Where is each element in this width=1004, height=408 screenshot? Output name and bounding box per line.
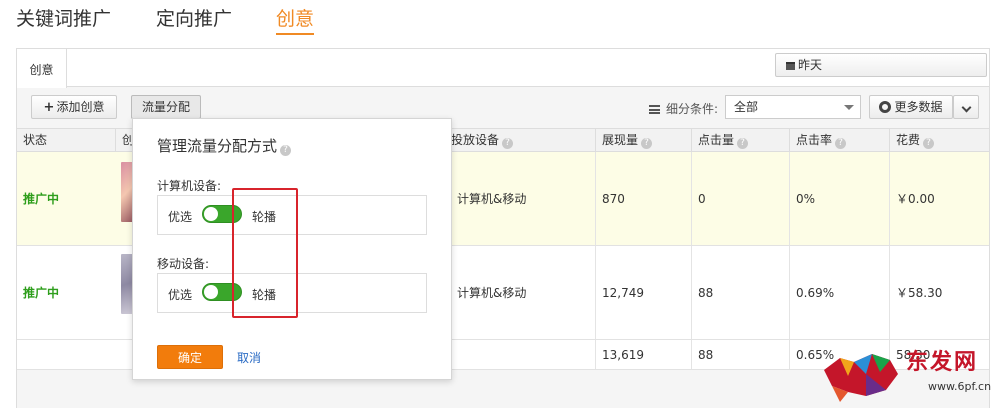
date-range-button[interactable]: 昨天 — [775, 53, 987, 77]
header-impressions[interactable]: 展现量? — [595, 129, 691, 152]
list-icon — [649, 105, 660, 114]
header-status[interactable]: 状态 — [17, 129, 115, 152]
prefer-label: 优选 — [168, 288, 193, 302]
add-creative-button[interactable]: + 添加创意 — [31, 95, 117, 119]
mobile-device-label: 移动设备: — [157, 257, 210, 271]
cost-cell: ￥0.00 — [889, 152, 989, 245]
header-ctr-label: 点击率 — [796, 133, 833, 147]
chevron-down-icon — [844, 105, 854, 110]
chevron-down-icon — [961, 102, 971, 113]
help-icon[interactable]: ? — [641, 138, 653, 149]
header-ctr[interactable]: 点击率? — [789, 129, 889, 152]
toggle-knob — [204, 285, 218, 299]
popup-title: 管理流量分配方式? — [157, 135, 292, 156]
top-tab-bar: 关键词推广 定向推广 创意 — [0, 0, 1004, 40]
more-data-label: 更多数据 — [894, 100, 943, 114]
header-cost-label: 花费 — [896, 133, 921, 147]
filter-label: 细分条件: — [649, 100, 718, 117]
watermark-url: www.6pf.cn — [928, 380, 992, 393]
filter-select[interactable]: 全部 — [725, 95, 861, 119]
panel-tabstrip: 创意 昨天 — [17, 49, 989, 88]
ctr-cell: 0.69% — [789, 246, 889, 339]
confirm-button[interactable]: 确定 — [157, 345, 223, 369]
cost-cell: ￥58.30 — [889, 246, 989, 339]
ctr-cell: 0% — [789, 152, 889, 245]
impressions-cell: 870 — [595, 152, 691, 245]
impressions-cell: 12,749 — [595, 246, 691, 339]
total-clicks-cell: 88 — [691, 340, 789, 369]
more-data-button[interactable]: 更多数据 — [869, 95, 953, 119]
filter-select-value: 全部 — [734, 100, 759, 114]
cancel-link[interactable]: 取消 — [237, 349, 261, 366]
prefer-label: 优选 — [168, 210, 193, 224]
device-cell: 计算机&移动 — [457, 286, 527, 300]
header-device[interactable]: 投放设备? — [445, 129, 595, 152]
status-cell: 推广中 — [23, 192, 60, 206]
highlight-box — [232, 188, 298, 318]
help-icon[interactable]: ? — [835, 138, 847, 149]
pc-device-label: 计算机设备: — [157, 179, 222, 193]
watermark-text: 东发网 — [906, 349, 979, 375]
panel-tab-creative[interactable]: 创意 — [17, 49, 67, 88]
header-cost[interactable]: 花费? — [889, 129, 989, 152]
header-device-label: 投放设备 — [451, 133, 500, 147]
device-cell: 计算机&移动 — [457, 192, 527, 206]
status-cell: 推广中 — [23, 286, 60, 300]
add-creative-label: 添加创意 — [56, 100, 105, 114]
clicks-cell: 0 — [691, 152, 789, 245]
site-watermark: 东发网 www.6pf.cn — [820, 340, 1004, 408]
calendar-icon — [786, 62, 795, 70]
tab-creative[interactable]: 创意 — [276, 4, 315, 35]
help-icon[interactable]: ? — [737, 138, 749, 149]
bull-logo-icon — [824, 354, 898, 402]
header-clicks-label: 点击量 — [698, 133, 735, 147]
more-data-dropdown-button[interactable] — [953, 95, 979, 119]
help-icon[interactable]: ? — [502, 138, 514, 149]
total-impressions-cell: 13,619 — [595, 340, 691, 369]
date-range-label: 昨天 — [798, 58, 823, 72]
filter-label-text: 细分条件: — [666, 102, 719, 116]
popup-title-text: 管理流量分配方式 — [157, 137, 278, 155]
help-icon[interactable]: ? — [923, 138, 935, 149]
header-status-label: 状态 — [23, 133, 48, 147]
gear-icon — [879, 101, 892, 113]
help-icon[interactable]: ? — [280, 145, 292, 156]
tab-targeting-promotion[interactable]: 定向推广 — [156, 4, 232, 31]
header-impressions-label: 展现量 — [602, 133, 639, 147]
plus-icon: + — [43, 100, 55, 115]
toggle-knob — [204, 207, 218, 221]
header-clicks[interactable]: 点击量? — [691, 129, 789, 152]
tab-keyword-promotion[interactable]: 关键词推广 — [16, 4, 111, 31]
traffic-allocation-button[interactable]: 流量分配 — [131, 95, 201, 119]
clicks-cell: 88 — [691, 246, 789, 339]
